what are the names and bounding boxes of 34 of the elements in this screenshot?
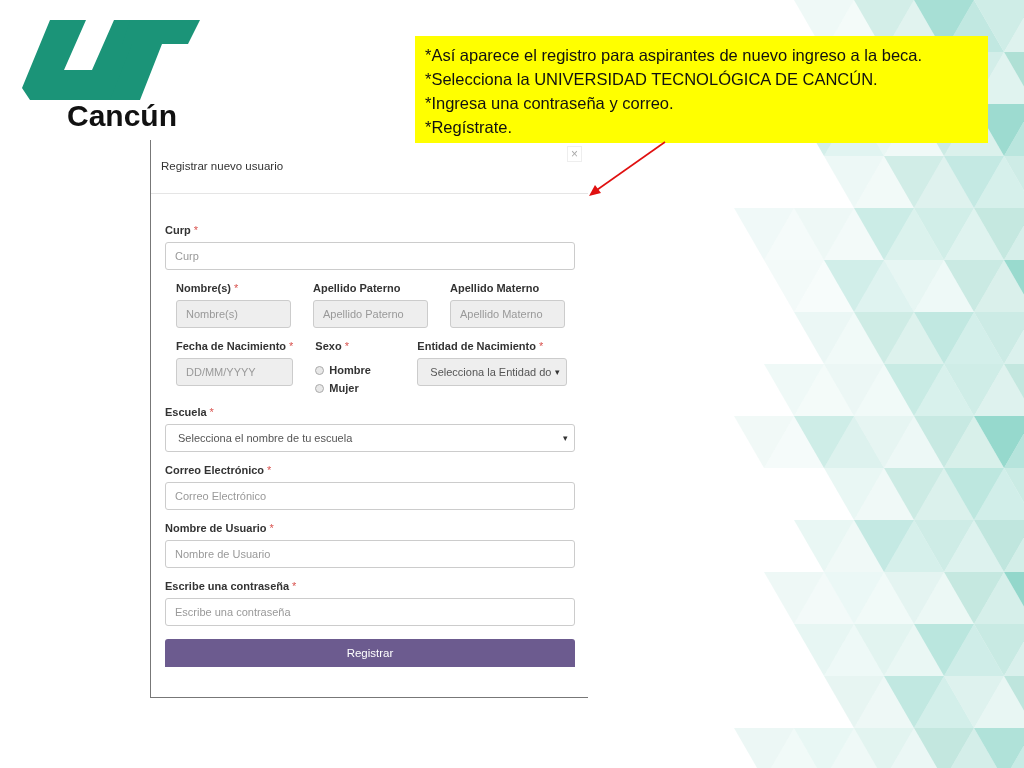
required-mark: * [193, 224, 198, 236]
required-mark: * [538, 340, 544, 352]
required-mark: * [267, 464, 272, 476]
field-label: Escribe una contraseña [165, 580, 290, 592]
dropdown[interactable]: Selecciona el nombre de tu escuela ▾ [165, 424, 575, 452]
required-mark: * [209, 406, 214, 418]
field-label: Entidad de Nacimiento [417, 340, 536, 352]
radio-label: Mujer [329, 382, 359, 394]
required-mark: * [269, 522, 274, 534]
field-label: Sexo [315, 340, 342, 352]
required-mark: * [292, 580, 297, 592]
required-mark: * [344, 340, 349, 352]
logo-text: Cancún [67, 101, 177, 131]
radio-button[interactable] [315, 365, 325, 375]
text-field[interactable]: Escribe una contraseña [165, 598, 575, 626]
radio-button[interactable] [315, 383, 325, 393]
register-button[interactable]: Registrar [165, 639, 575, 667]
field-label: Curp [165, 224, 191, 236]
text-field[interactable]: Nombre de Usuario [165, 540, 575, 568]
required-mark: * [289, 340, 294, 352]
note-box: *Así aparece el registro para aspirantes de nuevo ingreso a la beca. *Selecciona la UNIVERSIDAD TECNOLÓGICA DE CANCÚN. *Ingresa una contraseña y correo. *Regístrate. [415, 36, 988, 143]
field-label: Nombre de Usuario [165, 522, 267, 534]
logo-icon [22, 18, 202, 103]
field-label: Correo Electrónico [165, 464, 265, 476]
field-label: Nombre(s) [176, 282, 231, 294]
radio-label: Hombre [329, 364, 371, 376]
field-label: Fecha de Nacimiento [176, 340, 287, 352]
field-label: Apellido Materno [450, 282, 540, 294]
field-label: Escuela [165, 406, 207, 418]
required-mark: * [234, 282, 239, 294]
dialog-title: Registrar nuevo usuario [161, 160, 284, 172]
text-field[interactable]: Correo Electrónico [165, 482, 575, 510]
field-label: Apellido Paterno [313, 282, 401, 294]
text-field[interactable]: Curp [165, 242, 575, 270]
